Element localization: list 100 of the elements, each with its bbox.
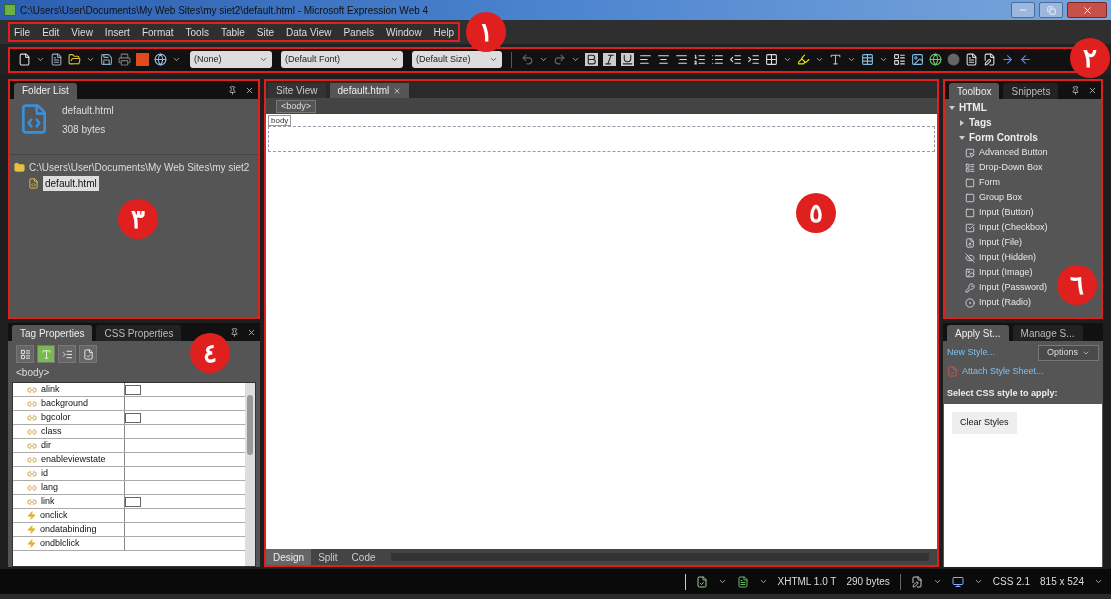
caret-icon[interactable] xyxy=(717,577,727,586)
close-icon[interactable] xyxy=(1088,86,1097,95)
menu-item[interactable]: Format xyxy=(141,24,174,40)
toolbox-item[interactable]: Input (Image) xyxy=(979,265,1033,280)
view-tab[interactable]: Code xyxy=(344,549,383,565)
menu-item[interactable]: Insert xyxy=(104,24,130,40)
close-icon[interactable] xyxy=(245,86,254,95)
property-name-cell[interactable]: dir xyxy=(13,439,125,452)
menu-item[interactable]: Data View xyxy=(286,24,332,40)
document-tab[interactable]: default.html xyxy=(329,83,410,98)
toolbar-icon[interactable] xyxy=(621,53,634,66)
view-toggle-icon[interactable] xyxy=(79,345,97,363)
category-label[interactable]: Form Controls xyxy=(969,130,1038,145)
view-toggle-icon[interactable] xyxy=(37,345,55,363)
toolbox-item[interactable]: Group Box xyxy=(979,190,1023,205)
dropdown-field[interactable]: (Default Size) xyxy=(412,51,502,68)
property-name-cell[interactable]: id xyxy=(13,467,125,480)
toolbox-item[interactable]: Input (Button) xyxy=(979,205,1034,220)
toolbar-icon[interactable] xyxy=(911,53,924,66)
panel-tab[interactable]: CSS Properties xyxy=(96,325,182,341)
toolbox-item[interactable]: Input (Checkbox) xyxy=(979,220,1048,235)
property-name-cell[interactable]: class xyxy=(13,425,125,438)
document-check-icon[interactable] xyxy=(695,575,708,588)
property-name-cell[interactable]: lang xyxy=(13,481,125,494)
style-list-item[interactable]: Clear Styles xyxy=(952,412,1017,434)
document-icon[interactable] xyxy=(736,575,749,588)
toolbar-icon[interactable] xyxy=(50,53,63,66)
dropdown-field[interactable]: (Default Font) xyxy=(281,51,403,68)
toolbar-icon[interactable] xyxy=(729,53,742,66)
caret-icon[interactable] xyxy=(879,55,888,64)
menu-item[interactable]: Site xyxy=(256,24,275,40)
pin-icon[interactable] xyxy=(1071,86,1080,95)
panel-tab[interactable]: Manage S... xyxy=(1012,325,1083,341)
caret-icon[interactable] xyxy=(932,577,942,586)
minimize-button[interactable] xyxy=(1011,2,1035,18)
toolbar-icon[interactable] xyxy=(797,53,810,66)
collapse-arrow-icon[interactable] xyxy=(949,104,955,111)
panel-tab[interactable]: Folder List xyxy=(14,83,77,99)
toolbox-item[interactable]: Input (Password) xyxy=(979,280,1048,295)
folder-path[interactable]: C:\Users\User\Documents\My Web Sites\my siet2 xyxy=(29,159,250,175)
color-swatch[interactable] xyxy=(125,412,141,423)
toolbar-icon[interactable] xyxy=(585,53,598,66)
caret-icon[interactable] xyxy=(758,577,768,586)
close-button[interactable] xyxy=(1067,2,1107,18)
pin-icon[interactable] xyxy=(228,86,237,95)
caret-icon[interactable] xyxy=(815,55,824,64)
panel-tab[interactable]: Toolbox xyxy=(949,83,1000,99)
toolbar-icon[interactable] xyxy=(861,53,874,66)
expand-arrow-icon[interactable] xyxy=(959,119,965,126)
toolbox-item[interactable]: Form xyxy=(979,175,1000,190)
toolbar-icon[interactable] xyxy=(829,53,842,66)
category-label[interactable]: Tags xyxy=(969,115,992,130)
view-toggle-icon[interactable] xyxy=(16,345,34,363)
restore-button[interactable] xyxy=(1039,2,1063,18)
css-version-label[interactable]: CSS 2.1 xyxy=(992,574,1031,589)
caret-icon[interactable] xyxy=(973,577,983,586)
caret-icon[interactable] xyxy=(847,55,856,64)
edit-icon[interactable] xyxy=(910,575,923,588)
property-name-cell[interactable]: enableviewstate xyxy=(13,453,125,466)
toolbar-icon[interactable] xyxy=(603,53,616,66)
color-swatch[interactable] xyxy=(125,496,141,507)
toolbar-icon[interactable] xyxy=(675,53,688,66)
property-name-cell[interactable]: background xyxy=(13,397,125,410)
menu-item[interactable]: Panels xyxy=(343,24,375,40)
options-button[interactable]: Options xyxy=(1037,345,1099,361)
menu-item[interactable]: File xyxy=(14,24,31,40)
view-toggle-icon[interactable] xyxy=(58,345,76,363)
menu-item[interactable]: Window xyxy=(386,24,422,40)
toolbar-icon[interactable] xyxy=(929,53,942,66)
toolbox-item[interactable]: Input (Radio) xyxy=(979,295,1032,310)
breadcrumb-tag[interactable]: <body> xyxy=(276,99,317,113)
menu-item[interactable]: View xyxy=(71,24,93,40)
property-name-cell[interactable]: ondatabinding xyxy=(13,523,125,536)
caret-icon[interactable] xyxy=(172,55,181,64)
property-name-cell[interactable]: ondblclick xyxy=(13,537,125,550)
toolbar-icon[interactable] xyxy=(893,53,906,66)
menu-item[interactable]: Edit xyxy=(42,24,60,40)
caret-icon[interactable] xyxy=(571,55,580,64)
caret-icon[interactable] xyxy=(1094,577,1103,586)
toolbar-icon[interactable] xyxy=(657,53,670,66)
toolbox-item[interactable]: Drop-Down Box xyxy=(979,160,1043,175)
property-name-cell[interactable]: onclick xyxy=(13,509,125,522)
menu-item[interactable]: Table xyxy=(220,24,245,40)
page-size-label[interactable]: 815 x 524 xyxy=(1040,574,1084,589)
doctype-label[interactable]: XHTML 1.0 T xyxy=(777,574,837,589)
toolbox-item[interactable]: Advanced Button xyxy=(979,145,1048,160)
monitor-icon[interactable] xyxy=(951,575,964,588)
toolbar-icon[interactable] xyxy=(711,53,724,66)
panel-tab[interactable]: Snippets xyxy=(1003,83,1059,99)
caret-icon[interactable] xyxy=(539,55,548,64)
caret-icon[interactable] xyxy=(86,55,95,64)
menu-item[interactable]: Help xyxy=(433,24,455,40)
toolbar-icon[interactable] xyxy=(639,53,652,66)
document-tab[interactable]: Site View xyxy=(268,83,326,98)
dropdown-field[interactable]: (None) xyxy=(190,51,272,68)
category-label[interactable]: HTML xyxy=(959,100,987,115)
vertical-scrollbar[interactable] xyxy=(245,383,255,566)
attach-style-sheet-link[interactable]: Attach Style Sheet... xyxy=(962,365,1044,379)
new-style-link[interactable]: New Style... xyxy=(947,346,995,360)
color-swatch[interactable] xyxy=(125,384,141,395)
